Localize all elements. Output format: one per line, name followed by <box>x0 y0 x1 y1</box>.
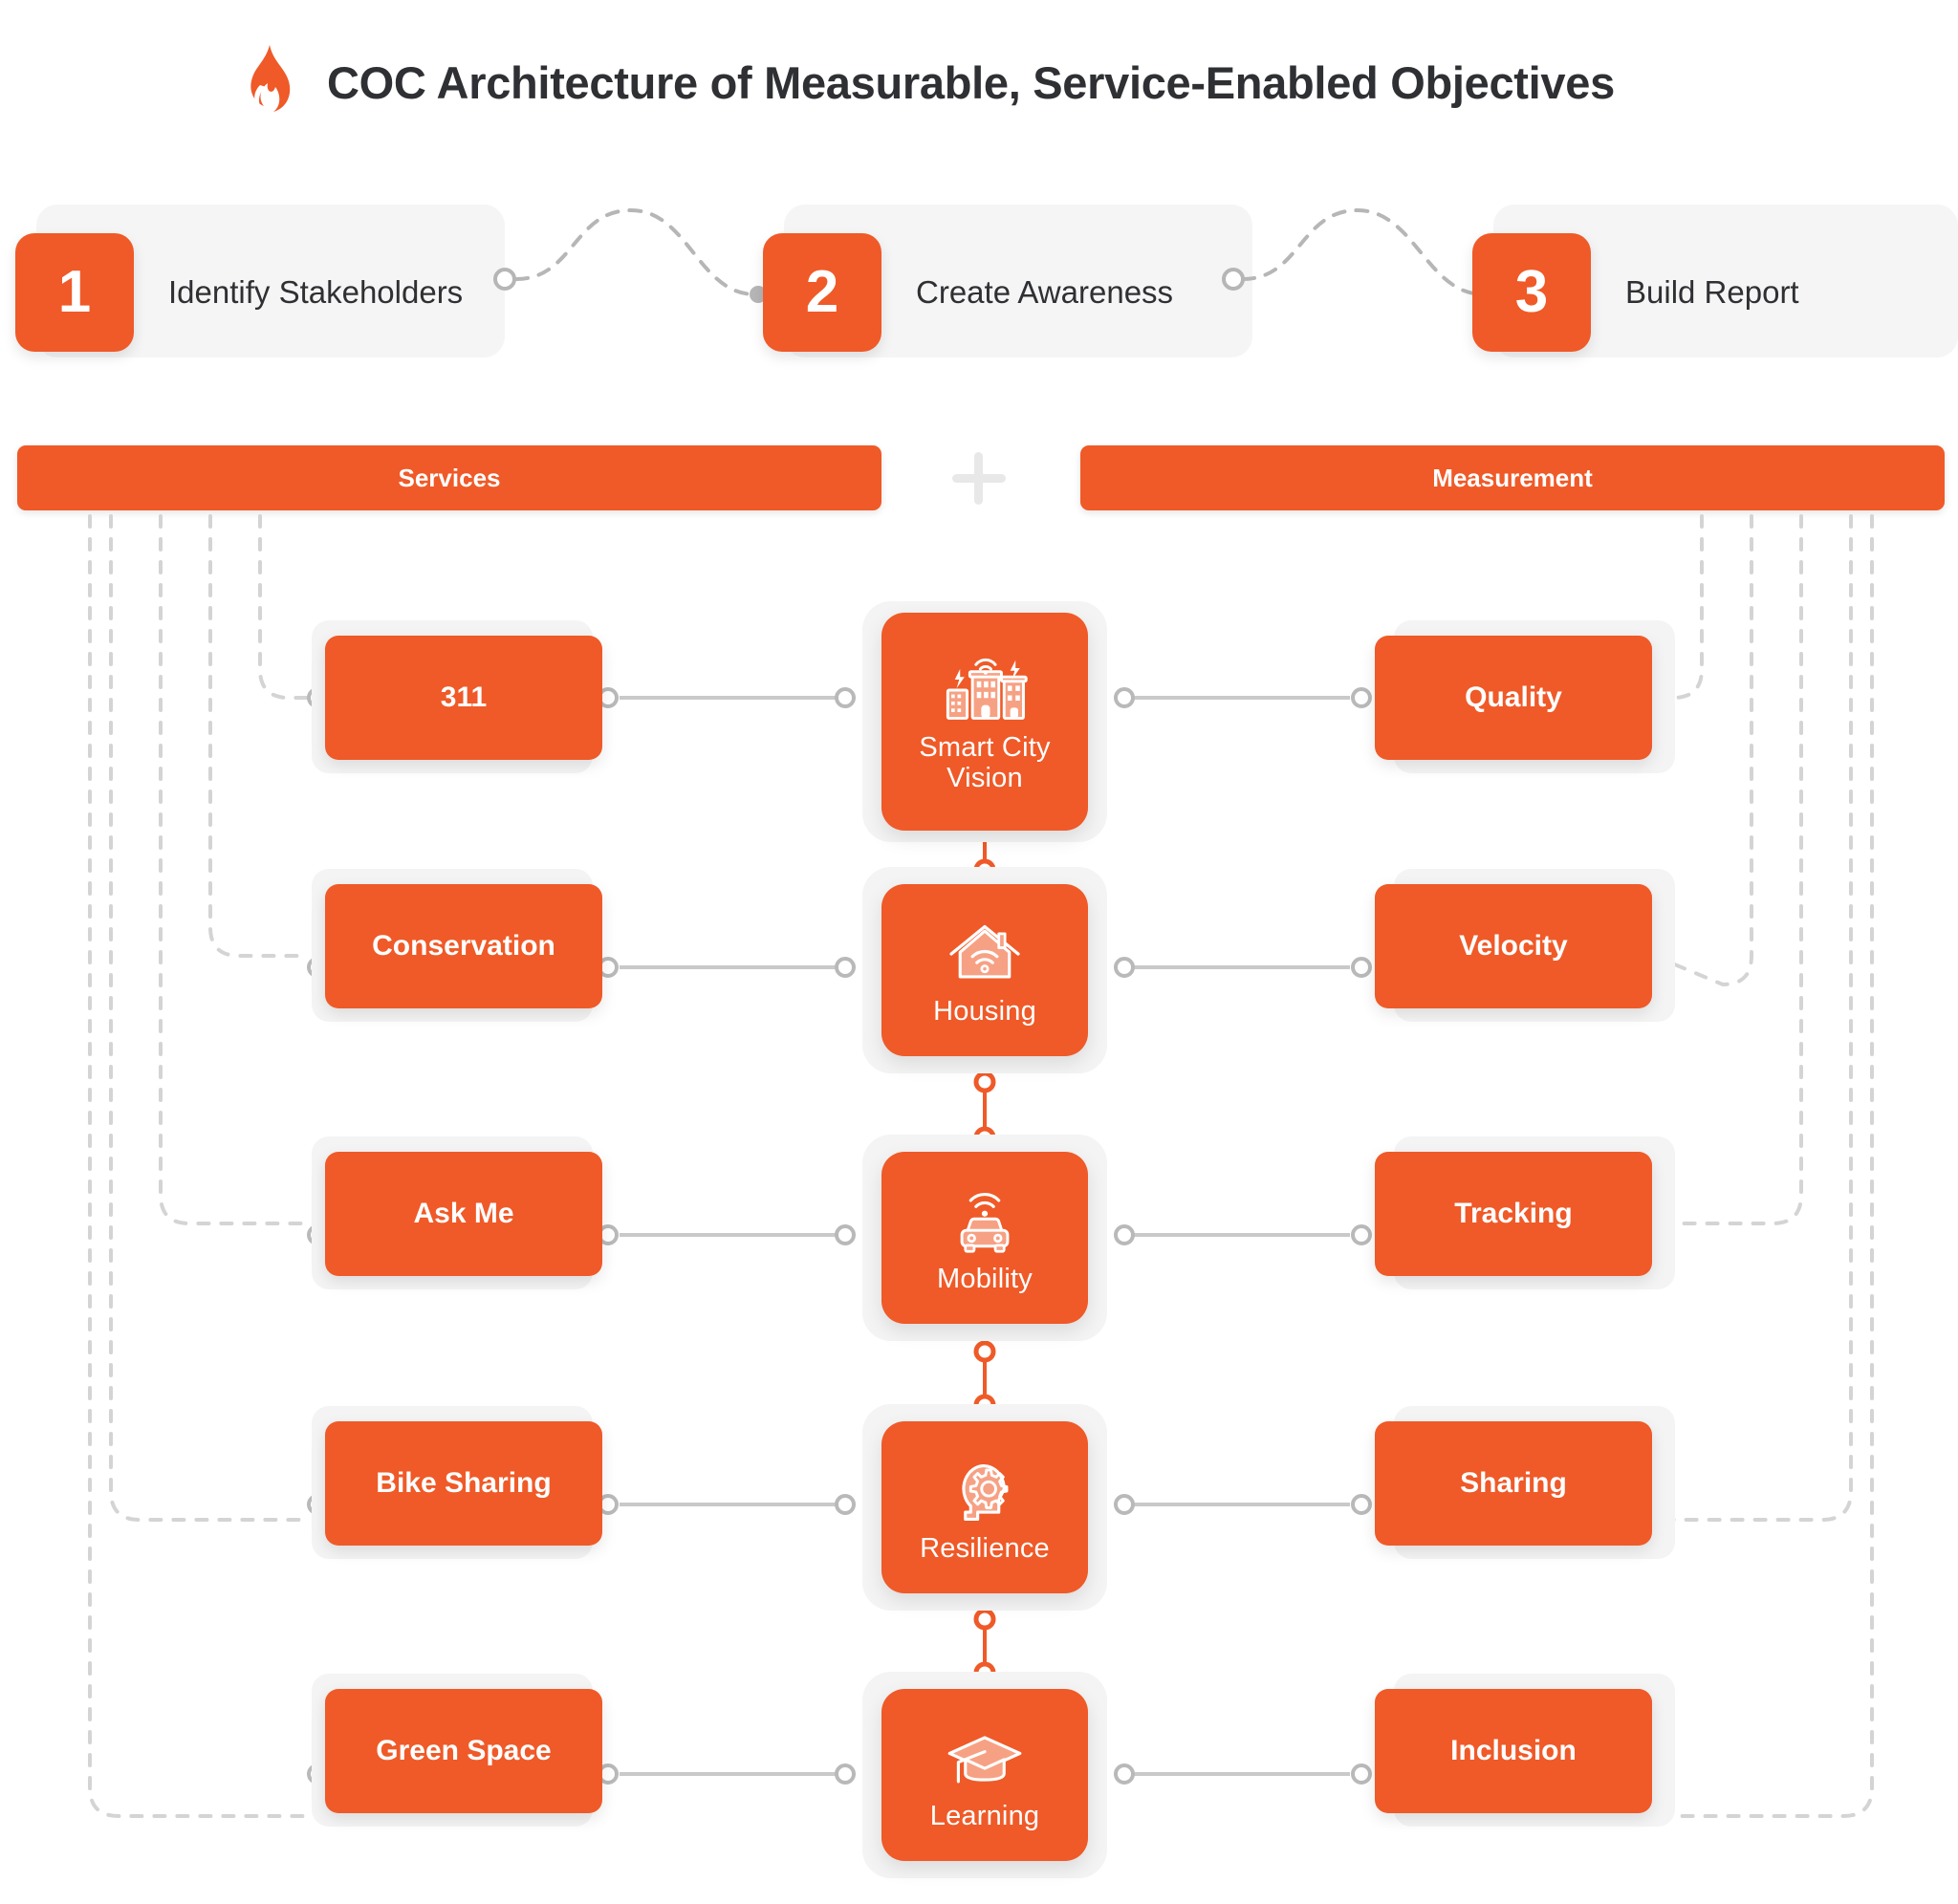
measurement-label: Sharing <box>1460 1467 1567 1499</box>
page-header: COC Architecture of Measurable, Service-… <box>237 43 1615 121</box>
connected-car-icon <box>941 1185 1029 1258</box>
step-3-label: Build Report <box>1625 274 1799 310</box>
measurement-bar-label: Measurement <box>1432 463 1593 492</box>
step-3-number: 3 <box>1472 233 1591 352</box>
service-card-bike-sharing[interactable]: Bike Sharing <box>325 1421 602 1546</box>
plus-icon <box>948 445 1010 510</box>
service-card-ask-me[interactable]: Ask Me <box>325 1152 602 1276</box>
page-title: COC Architecture of Measurable, Service-… <box>327 56 1615 108</box>
flame-icon <box>237 43 296 121</box>
measurement-card-quality[interactable]: Quality <box>1375 636 1652 760</box>
service-card-conservation[interactable]: Conservation <box>325 884 602 1008</box>
smart-home-wifi-icon <box>941 918 1029 990</box>
measurement-card-velocity[interactable]: Velocity <box>1375 884 1652 1008</box>
service-label: Bike Sharing <box>376 1467 552 1499</box>
graduation-cap-icon <box>941 1722 1029 1795</box>
measurement-card-tracking[interactable]: Tracking <box>1375 1152 1652 1276</box>
step-1[interactable]: 1 Identify Stakeholders <box>0 205 535 357</box>
service-label: 311 <box>440 682 488 713</box>
pillar-label: Mobility <box>937 1263 1033 1294</box>
pillar-card-learning[interactable]: Learning <box>881 1689 1088 1861</box>
measurement-card-inclusion[interactable]: Inclusion <box>1375 1689 1652 1813</box>
row-mobility: Ask Me Mobility Tracking <box>0 1135 1958 1343</box>
measurement-card-sharing[interactable]: Sharing <box>1375 1421 1652 1546</box>
pillar-card-resilience[interactable]: Resilience <box>881 1421 1088 1593</box>
smart-city-buildings-icon <box>941 654 1029 726</box>
head-gear-icon <box>941 1455 1029 1527</box>
step-1-number: 1 <box>15 233 134 352</box>
service-card-green-space[interactable]: Green Space <box>325 1689 602 1813</box>
process-steps: 1 Identify Stakeholders 2 Create Awarene… <box>0 191 1958 363</box>
services-bar: Services <box>17 445 881 510</box>
measurement-label: Quality <box>1465 682 1562 713</box>
step-2-label: Create Awareness <box>916 274 1174 310</box>
step-2[interactable]: 2 Create Awareness <box>748 205 1283 357</box>
row-learning: Green Space Learning Inclusion <box>0 1672 1958 1880</box>
measurement-label: Tracking <box>1454 1198 1573 1229</box>
pillar-label: Resilience <box>920 1532 1050 1564</box>
step-2-number: 2 <box>763 233 881 352</box>
pillar-card-housing[interactable]: Housing <box>881 884 1088 1056</box>
service-label: Green Space <box>376 1735 552 1766</box>
service-card-311[interactable]: 311 <box>325 636 602 760</box>
service-label: Conservation <box>372 930 555 962</box>
row-resilience: Bike Sharing Resilience Sharing <box>0 1404 1958 1612</box>
service-label: Ask Me <box>413 1198 514 1229</box>
step-1-label: Identify Stakeholders <box>168 274 464 310</box>
pillar-card-smart-city-vision[interactable]: Smart City Vision <box>881 613 1088 831</box>
services-bar-label: Services <box>398 463 501 492</box>
measurement-label: Velocity <box>1459 930 1568 962</box>
pillar-label: Housing <box>933 995 1036 1027</box>
step-3[interactable]: 3 Build Report <box>1457 205 1958 357</box>
measurement-bar: Measurement <box>1080 445 1945 510</box>
row-smart-city-vision: 311 Smart City Vision Quality <box>0 601 1958 842</box>
measurement-label: Inclusion <box>1450 1735 1577 1766</box>
row-housing: Conservation Housing Velocity <box>0 867 1958 1075</box>
pillar-label: Learning <box>929 1800 1040 1831</box>
pillar-card-mobility[interactable]: Mobility <box>881 1152 1088 1324</box>
diagram-canvas: COC Architecture of Measurable, Service-… <box>0 0 1958 1904</box>
pillar-label: Smart City Vision <box>919 731 1051 793</box>
